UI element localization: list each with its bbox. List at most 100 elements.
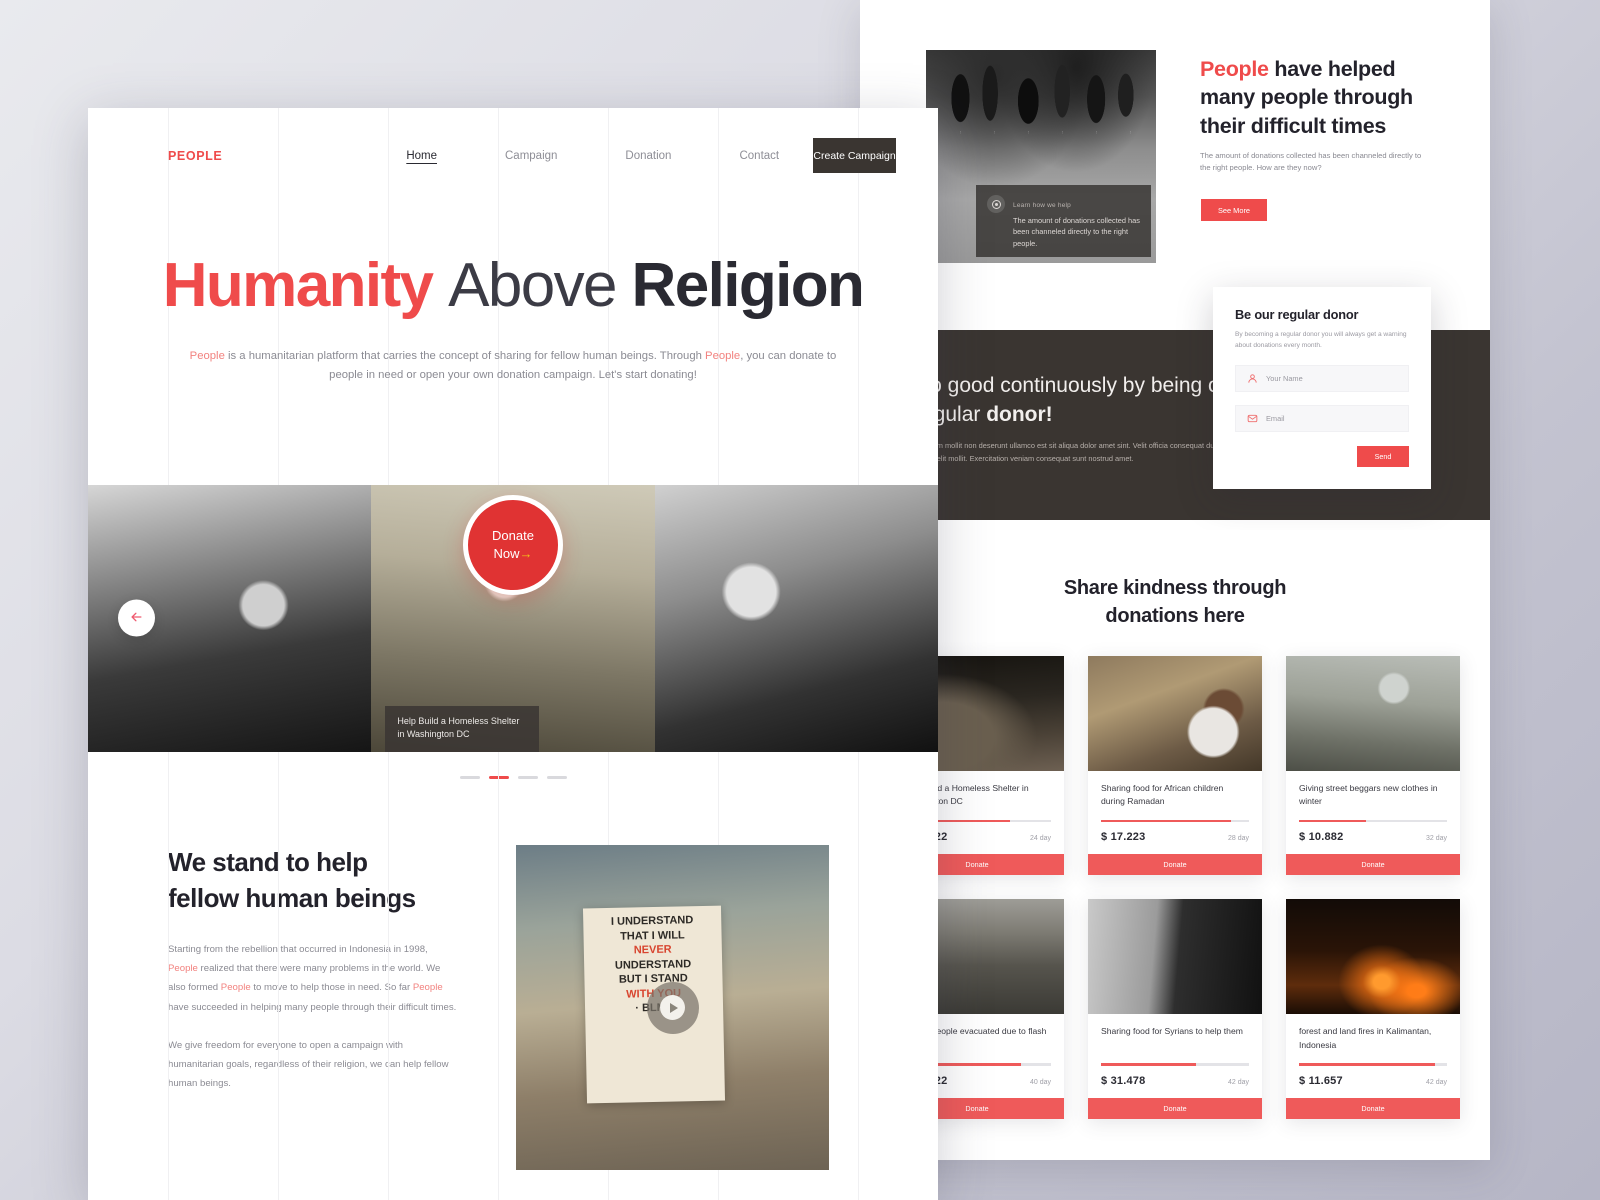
- donation-card: Sharing food for Syrians to help them $ 3…: [1088, 899, 1262, 1119]
- right-hero-heading: People have helped many people through t…: [1200, 55, 1432, 140]
- donate-label-line1: Donate: [492, 528, 534, 544]
- hero-title: Humanity Above Religion: [88, 255, 938, 317]
- card-days-left: 42 day: [1425, 1078, 1447, 1086]
- stand-p1-brand-3: People: [412, 982, 443, 994]
- nav-link-donation[interactable]: Donation: [591, 150, 705, 162]
- carousel-dot-4[interactable]: [546, 775, 567, 780]
- cards-section-title: Share kindness through donations here: [860, 530, 1490, 630]
- brand-logo[interactable]: PEOPLE: [168, 149, 222, 163]
- hero-para-text-1: is a humanitarian platform that carries …: [224, 350, 706, 362]
- card-amount: $ 31.478: [1101, 1074, 1146, 1087]
- carousel-dot-3[interactable]: [517, 775, 538, 780]
- donor-band-title: Do good continuously by being our regula…: [915, 372, 1245, 429]
- name-input[interactable]: [1266, 373, 1397, 383]
- card-amount: $ 11.657: [1299, 1074, 1343, 1087]
- nav-link-contact[interactable]: Contact: [705, 150, 813, 162]
- card-photo: [1088, 899, 1262, 1015]
- donation-card: forest and land fires in Kalimantan, Ind…: [1286, 899, 1460, 1119]
- card-photo: [1088, 656, 1262, 771]
- card-amount: $ 10.882: [1299, 831, 1344, 844]
- card-photo: [1286, 899, 1460, 1015]
- user-icon: [1247, 373, 1258, 384]
- card-donate-button[interactable]: Donate: [1088, 1097, 1262, 1119]
- card-photo: [1286, 656, 1460, 771]
- stand-paragraph-2: We give freedom for everyone to open a c…: [168, 1039, 449, 1090]
- stand-heading-line2: fellow human beings: [168, 882, 416, 913]
- nav-links: Home Campaign Donation Contact: [372, 150, 813, 162]
- stand-p1-brand-1: People: [168, 963, 198, 975]
- card-title: forest and land fires in Kalimantan, Ind…: [1299, 1026, 1432, 1050]
- stand-heading-line1: We stand to help: [168, 847, 368, 878]
- card-progress-bar: [1299, 820, 1447, 823]
- name-field-wrapper[interactable]: [1235, 364, 1409, 392]
- hero-title-above: Above: [448, 251, 617, 320]
- card-days-left: 28 day: [1227, 835, 1249, 843]
- donate-now-button[interactable]: Donate Now→: [463, 495, 563, 595]
- carousel-dot-2[interactable]: [488, 775, 509, 780]
- stand-heading: We stand to help fellow human beings: [168, 845, 458, 916]
- card-thumbnail: [1088, 899, 1262, 1015]
- donor-band-body: et minim mollit non deserunt ullamco est…: [915, 441, 1220, 463]
- hero-para-brand-1: People: [189, 350, 225, 362]
- create-campaign-button[interactable]: Create Campaign: [813, 138, 896, 173]
- card-progress-bar: [1101, 1063, 1249, 1066]
- donor-card-subtext: By becoming a regular donor you will alw…: [1235, 331, 1407, 349]
- card-days-left: 24 day: [1029, 835, 1051, 843]
- walking-people-silhouettes: [935, 54, 1147, 153]
- card-title: Giving street beggars new clothes in win…: [1299, 783, 1438, 807]
- nav-link-campaign[interactable]: Campaign: [471, 150, 591, 162]
- play-icon: [660, 995, 685, 1021]
- card-amount: $ 17.223: [1101, 831, 1146, 844]
- overlay-eyebrow: Learn how we help: [1013, 202, 1071, 209]
- overlay-body: The amount of donations collected has be…: [1013, 216, 1140, 248]
- nav-link-home[interactable]: Home: [372, 150, 471, 162]
- arrow-right-icon: →: [519, 546, 533, 561]
- carousel-dot-1[interactable]: [459, 775, 480, 780]
- donor-band-title-a: Do good continuously by being our regula…: [915, 374, 1239, 426]
- cards-title-line2: donations here: [1105, 605, 1245, 627]
- carousel-prev-button[interactable]: [118, 599, 155, 637]
- main-page-panel: PEOPLE Home Campaign Donation Contact Creat…: [88, 108, 938, 1200]
- carousel-caption: Help Build a Homeless Shelter in Washing…: [385, 705, 540, 752]
- secondary-page-panel: Learn how we help The amount of donation…: [860, 0, 1490, 1160]
- stand-p1-brand-2: People: [220, 982, 251, 994]
- eye-icon: [987, 195, 1005, 213]
- hero-photo-overlay-card: Learn how we help The amount of donation…: [976, 185, 1151, 257]
- cards-title-line1: Share kindness through: [1063, 577, 1287, 599]
- email-field-wrapper[interactable]: [1235, 404, 1409, 432]
- donation-card: Giving street beggars new clothes in win…: [1286, 656, 1460, 876]
- envelope-icon: [1247, 413, 1258, 424]
- stand-paragraph-1: Starting from the rebellion that occurre…: [168, 940, 458, 1017]
- card-progress-bar: [1299, 1063, 1447, 1066]
- right-hero-subtext: The amount of donations collected has be…: [1200, 151, 1422, 173]
- donor-band-title-b: donor!: [986, 402, 1053, 426]
- right-hero-heading-accent: People: [1200, 57, 1269, 81]
- email-input[interactable]: [1266, 413, 1397, 423]
- stand-to-help-section: We stand to help fellow human beings Sta…: [88, 779, 938, 1171]
- video-thumbnail[interactable]: I UNDERSTAND THAT I WILL NEVER UNDERSTAN…: [516, 845, 829, 1171]
- card-donate-button[interactable]: Donate: [1286, 1097, 1460, 1119]
- carousel-slide-3[interactable]: [654, 484, 938, 752]
- send-button[interactable]: Send: [1357, 445, 1409, 467]
- stand-p1-a: Starting from the rebellion that occurre…: [168, 944, 428, 956]
- card-days-left: 40 day: [1029, 1078, 1051, 1086]
- card-donate-button[interactable]: Donate: [1088, 854, 1262, 876]
- card-donate-button[interactable]: Donate: [1286, 854, 1460, 876]
- card-thumbnail: [1286, 656, 1460, 771]
- donation-card: Sharing food for African children during…: [1088, 656, 1262, 876]
- see-more-button[interactable]: See More: [1201, 199, 1267, 221]
- donation-card-grid: Help Build a Homeless Shelter in Washing…: [860, 656, 1490, 1119]
- donation-cards-section: Share kindness through donations here He…: [860, 530, 1490, 1160]
- stand-text-column: We stand to help fellow human beings Sta…: [168, 845, 458, 1170]
- stand-p1-g: have succeeded in helping many people th…: [168, 1001, 457, 1013]
- card-title: Sharing food for African children during…: [1101, 783, 1224, 807]
- play-video-button[interactable]: [646, 981, 699, 1034]
- card-days-left: 42 day: [1227, 1078, 1249, 1086]
- main-navbar: PEOPLE Home Campaign Donation Contact Creat…: [88, 108, 938, 203]
- donate-label-line2: Now: [493, 546, 520, 561]
- hero-para-brand-2: People: [705, 350, 741, 362]
- card-thumbnail: [1088, 656, 1262, 771]
- hero-section: Humanity Above Religion People is a huma…: [88, 203, 938, 595]
- donor-card-title: Be our regular donor: [1235, 307, 1359, 322]
- hero-title-humanity: Humanity: [162, 251, 434, 320]
